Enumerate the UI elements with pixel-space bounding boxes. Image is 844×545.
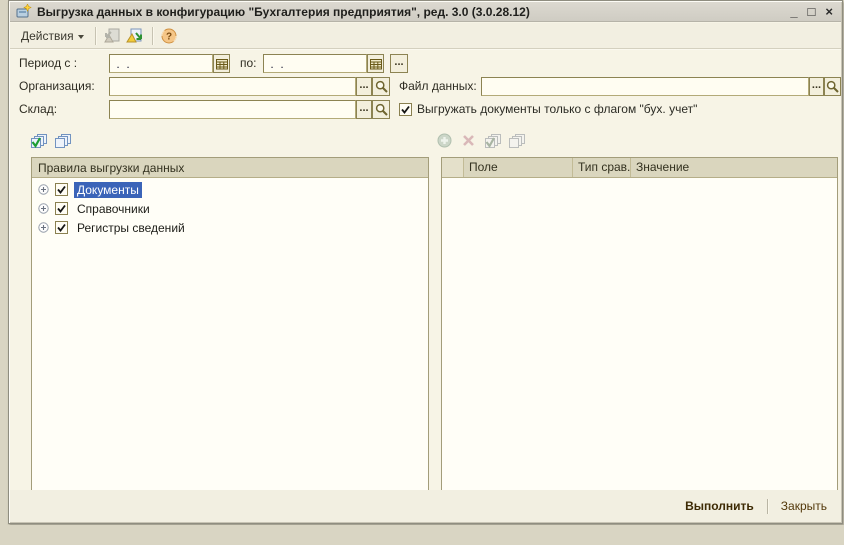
check-all-button[interactable] [29,132,48,149]
window-title: Выгрузка данных в конфигурацию "Бухгалте… [37,5,785,19]
restore-values-icon [102,28,121,44]
flag-checkbox-label[interactable]: Выгружать документы только с флагом "бух… [417,102,697,116]
magnifier-icon [375,103,388,116]
filter-table-header: Поле Тип срав... Значение [442,158,837,178]
checkmark-icon [400,104,411,115]
period-ellipsis-button[interactable]: ... [390,54,408,73]
expand-icon[interactable] [38,184,49,195]
filter-table-body[interactable] [442,178,837,490]
save-values-icon [126,28,145,44]
checkmark-icon [56,184,67,195]
period-label: Период с : [19,54,77,73]
calendar-icon [370,58,382,70]
tree-item-label[interactable]: Регистры сведений [74,220,188,236]
filter-toolbar [435,132,526,149]
uncheck-all-icon [508,133,526,149]
organization-ellipsis-button[interactable]: ... [356,77,372,96]
main-toolbar: Действия ? [10,23,841,49]
export-rules-panel: Правила выгрузки данных Документы [31,157,429,491]
organization-search-button[interactable] [372,77,390,96]
restore-values-button [100,25,124,47]
check-all-icon [484,133,502,149]
export-data-window: Выгрузка данных в конфигурацию "Бухгалте… [8,0,843,524]
uncheck-all-icon [54,133,72,149]
export-rules-tree[interactable]: Документы Справочники [32,178,428,490]
save-values-button[interactable] [124,25,148,47]
period-from-calendar-button[interactable] [213,54,230,73]
export-rules-header: Правила выгрузки данных [32,158,428,178]
check-all-icon [30,133,48,149]
column-field[interactable]: Поле [464,158,573,177]
organization-input[interactable] [109,77,356,96]
period-to-label: по: [240,54,257,73]
help-button[interactable]: ? [157,25,181,47]
minimize-button[interactable]: _ [790,6,797,18]
add-button [435,132,454,149]
data-file-label: Файл данных: [399,77,477,96]
svg-text:?: ? [166,31,172,42]
actions-menu-label: Действия [21,29,74,43]
data-file-search-button[interactable] [824,77,841,96]
warehouse-label: Склад: [19,100,57,119]
delete-icon [462,134,475,147]
warehouse-input[interactable] [109,100,356,119]
toolbar-separator [152,27,153,45]
checkmark-icon [56,222,67,233]
add-icon [437,133,452,148]
period-from-input[interactable] [109,54,213,73]
uncheck-all-button-disabled [507,132,526,149]
data-file-input[interactable] [481,77,809,96]
close-button[interactable]: × [825,6,833,18]
calendar-icon [216,58,228,70]
footer-separator [767,499,768,514]
flag-checkbox-row: Выгружать документы только с флагом "бух… [399,102,697,116]
period-to-input[interactable] [263,54,367,73]
check-all-button-disabled [483,132,502,149]
tree-checkbox[interactable] [55,183,68,196]
tree-checkbox[interactable] [55,221,68,234]
chevron-down-icon [78,35,84,39]
delete-button [459,132,478,149]
actions-menu-button[interactable]: Действия [14,25,91,46]
help-icon: ? [161,28,177,44]
expand-icon[interactable] [38,203,49,214]
tree-item-label[interactable]: Справочники [74,201,153,217]
column-marker [442,158,464,177]
window-icon [16,4,32,19]
column-compare-type[interactable]: Тип срав... [573,158,631,177]
tree-row-catalogs[interactable]: Справочники [32,199,428,218]
titlebar[interactable]: Выгрузка данных в конфигурацию "Бухгалте… [10,2,841,22]
organization-label: Организация: [19,77,95,96]
flag-checkbox[interactable] [399,103,412,116]
magnifier-icon [375,80,388,93]
column-value[interactable]: Значение [631,158,837,177]
period-to-calendar-button[interactable] [367,54,384,73]
data-file-ellipsis-button[interactable]: ... [809,77,824,96]
desktop-background [0,525,844,545]
toolbar-separator [95,27,96,45]
close-form-button[interactable]: Закрыть [777,497,831,515]
tree-item-label[interactable]: Документы [74,182,142,198]
footer-bar: Выполнить Закрыть [10,490,841,522]
expand-icon[interactable] [38,222,49,233]
execute-button[interactable]: Выполнить [681,497,758,515]
rules-toolbar [29,132,72,149]
tree-row-info-registers[interactable]: Регистры сведений [32,218,428,237]
uncheck-all-button[interactable] [53,132,72,149]
tree-row-documents[interactable]: Документы [32,180,428,199]
warehouse-search-button[interactable] [372,100,390,119]
checkmark-icon [56,203,67,214]
magnifier-icon [826,80,839,93]
filter-panel: Поле Тип срав... Значение [441,157,838,491]
tree-checkbox[interactable] [55,202,68,215]
warehouse-ellipsis-button[interactable]: ... [356,100,372,119]
maximize-button[interactable]: □ [808,6,816,18]
